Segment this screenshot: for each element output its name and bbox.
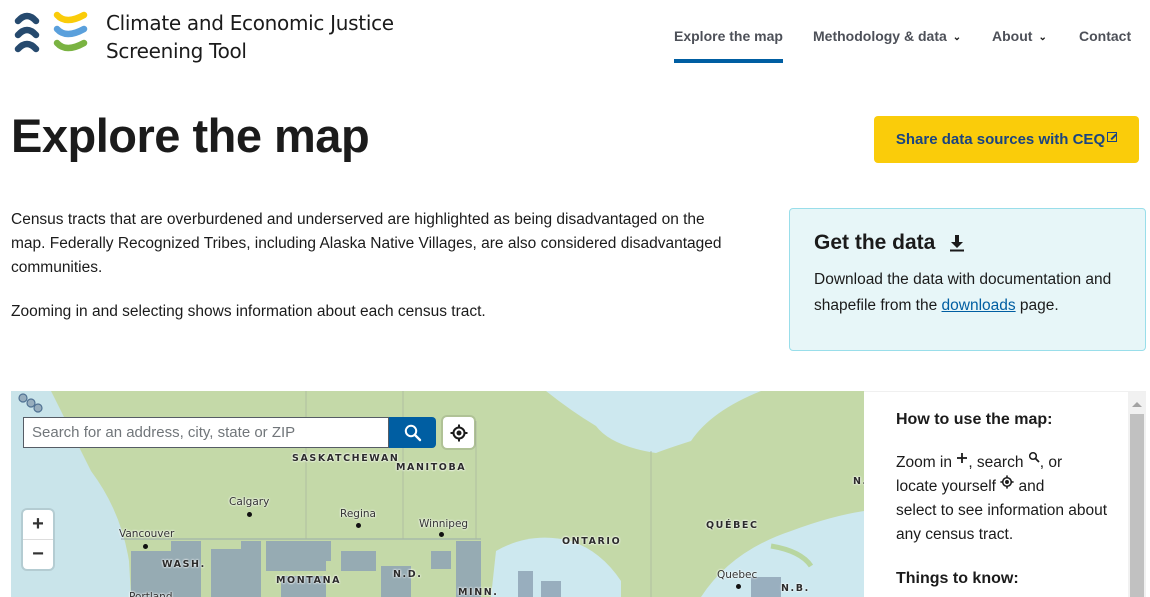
zoom-control: + − bbox=[23, 510, 53, 569]
get-the-data-text: Download the data with documentation and… bbox=[814, 267, 1121, 319]
map-city-regina: Regina bbox=[340, 508, 376, 520]
download-icon bbox=[950, 235, 965, 252]
map-city-portland: Portland bbox=[129, 591, 173, 597]
nav-contact-label: Contact bbox=[1079, 28, 1132, 44]
nav-methodology-data[interactable]: Methodology & data ⌄ bbox=[813, 26, 961, 49]
things-to-know-heading: Things to know: bbox=[896, 570, 1019, 587]
intro-text: Census tracts that are overburdened and … bbox=[11, 208, 741, 324]
get-the-data-card: Get the data Download the data with docu… bbox=[789, 208, 1146, 351]
share-button-label: Share data sources with CEQ bbox=[895, 131, 1106, 148]
map-info-content: How to use the map: Zoom in , search , o… bbox=[896, 408, 1116, 591]
share-data-sources-button[interactable]: Share data sources with CEQ bbox=[874, 116, 1139, 163]
hudson-bay bbox=[546, 391, 761, 453]
search-icon bbox=[404, 424, 421, 441]
downloads-link[interactable]: downloads bbox=[942, 297, 1016, 314]
locate-me-button[interactable] bbox=[443, 417, 474, 448]
get-the-data-title: Get the data bbox=[814, 231, 936, 254]
site-title-line1: Climate and Economic Justice bbox=[106, 11, 394, 35]
how-to-search-text: , search bbox=[968, 454, 1028, 471]
search-input[interactable] bbox=[32, 424, 388, 441]
site-title-line2: Screening Tool bbox=[106, 39, 247, 63]
nav-explore-label: Explore the map bbox=[674, 28, 783, 44]
ceq-logo-icon[interactable] bbox=[14, 11, 88, 57]
map-city-winnipeg: Winnipeg bbox=[419, 518, 469, 530]
map-label-wash: WASH. bbox=[162, 559, 206, 570]
site-title[interactable]: Climate and Economic Justice Screening T… bbox=[106, 9, 394, 65]
scrollbar-thumb[interactable] bbox=[1130, 414, 1144, 597]
zoom-in-button[interactable]: + bbox=[23, 510, 53, 539]
how-to-select-text: select to see information about any cens… bbox=[896, 502, 1108, 543]
page-title: Explore the map bbox=[11, 109, 370, 162]
scroll-up-arrow-icon[interactable] bbox=[1132, 402, 1142, 407]
city-dot bbox=[247, 512, 252, 517]
map-container[interactable]: SASKATCHEWAN MANITOBA ONTARIO QUÉBEC WAS… bbox=[11, 391, 864, 597]
map-label-n: N. bbox=[853, 476, 864, 487]
panel-scrollbar[interactable] bbox=[1128, 392, 1146, 597]
search-field[interactable] bbox=[23, 417, 389, 448]
map-label-montana: MONTANA bbox=[276, 575, 342, 586]
city-dot bbox=[439, 532, 444, 537]
plus-icon bbox=[957, 453, 968, 463]
search-icon bbox=[1028, 451, 1040, 463]
external-link-icon bbox=[1107, 131, 1118, 142]
map-city-quebec: Quebec bbox=[717, 569, 758, 581]
map-label-ontario: ONTARIO bbox=[562, 536, 622, 547]
zoom-out-button[interactable]: − bbox=[23, 539, 53, 568]
intro-paragraph-2: Zooming in and selecting shows informati… bbox=[11, 303, 486, 320]
nav-about[interactable]: About ⌄ bbox=[992, 26, 1047, 49]
nav-about-label: About bbox=[992, 28, 1033, 44]
how-to-locate-text: locate yourself bbox=[896, 478, 1001, 495]
map-city-vancouver: Vancouver bbox=[119, 528, 175, 540]
locate-icon bbox=[1000, 475, 1014, 489]
map-label-nb: N.B. bbox=[781, 583, 810, 594]
chevron-down-icon: ⌄ bbox=[952, 32, 962, 43]
how-to-and-text: and bbox=[1014, 478, 1045, 495]
intro-paragraph-1: Census tracts that are overburdened and … bbox=[11, 211, 722, 276]
search-button[interactable] bbox=[389, 417, 436, 448]
nav-explore-the-map[interactable]: Explore the map bbox=[674, 26, 783, 63]
map-label-nd: N.D. bbox=[393, 569, 423, 580]
site-header: Climate and Economic Justice Screening T… bbox=[0, 0, 1150, 70]
city-dot bbox=[736, 584, 741, 589]
map-info-panel: How to use the map: Zoom in , search , o… bbox=[864, 391, 1146, 597]
chevron-down-icon: ⌄ bbox=[1038, 32, 1047, 43]
how-to-zoom-text: Zoom in bbox=[896, 454, 957, 471]
map-label-manitoba: MANITOBA bbox=[396, 462, 467, 473]
city-dot bbox=[356, 523, 361, 528]
get-the-data-heading: Get the data bbox=[814, 231, 1121, 255]
locate-icon bbox=[450, 424, 467, 441]
how-to-use-text: Zoom in , search , or locate yourself an… bbox=[896, 451, 1116, 547]
nav-contact[interactable]: Contact bbox=[1079, 26, 1131, 46]
how-to-or-text: , or bbox=[1039, 454, 1063, 471]
how-to-use-heading: How to use the map: bbox=[896, 411, 1053, 428]
map-label-saskatchewan: SASKATCHEWAN bbox=[292, 453, 400, 464]
get-the-data-text-after: page. bbox=[1015, 297, 1059, 314]
map-city-calgary: Calgary bbox=[229, 496, 270, 508]
map-label-minn: MINN. bbox=[458, 587, 499, 597]
city-dot bbox=[143, 544, 148, 549]
nav-methodology-label: Methodology & data bbox=[813, 28, 947, 44]
map-label-quebec: QUÉBEC bbox=[706, 520, 759, 531]
